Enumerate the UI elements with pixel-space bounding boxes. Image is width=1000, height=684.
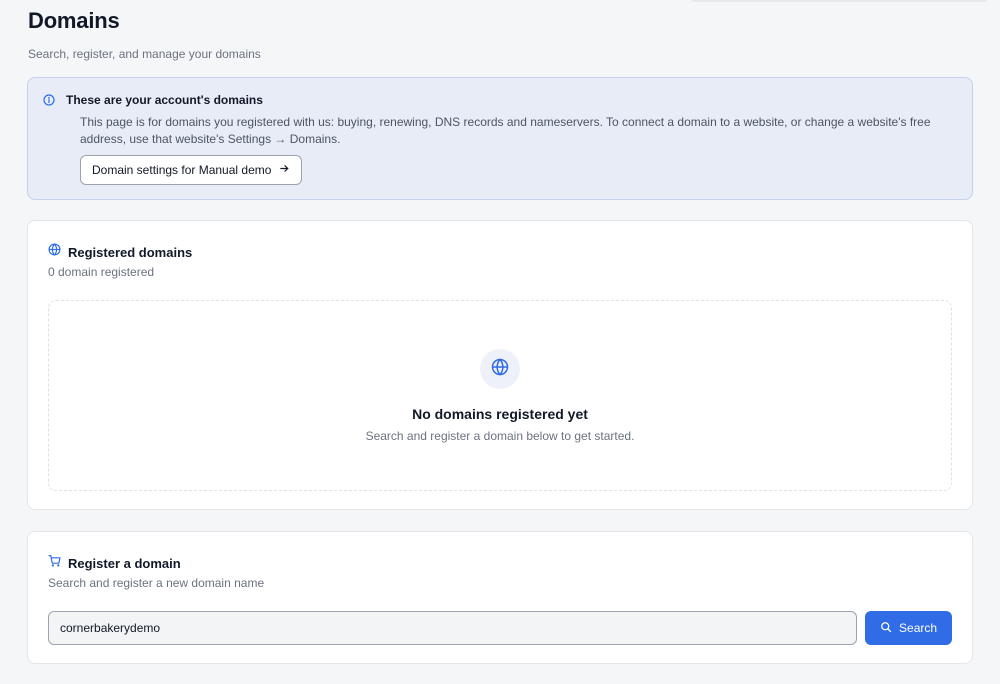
- domain-settings-button[interactable]: Domain settings for Manual demo: [80, 155, 303, 185]
- page-header: Domains Search, register, and manage you…: [28, 8, 261, 61]
- registered-domains-card: Registered domains 0 domain registered N…: [27, 220, 973, 510]
- domain-search-row: Search: [48, 611, 952, 645]
- banner-title: These are your account's domains: [66, 93, 263, 107]
- arrow-right-icon: [279, 163, 290, 177]
- registered-domains-count: 0 domain registered: [48, 265, 155, 279]
- search-button[interactable]: Search: [865, 611, 952, 645]
- register-domain-card: Register a domain Search and register a …: [27, 531, 973, 664]
- info-banner: These are your account's domains This pa…: [27, 77, 973, 200]
- banner-body: This page is for domains you registered …: [80, 115, 931, 146]
- registered-domains-title: Registered domains: [68, 244, 193, 260]
- info-icon: [43, 94, 55, 106]
- globe-icon: [48, 243, 61, 261]
- empty-state-icon-wrap: [480, 349, 520, 389]
- register-domain-subtitle: Search and register a new domain name: [48, 576, 265, 590]
- domain-search-input[interactable]: [48, 611, 858, 645]
- banner-header: These are your account's domains: [43, 93, 956, 107]
- top-toolbar-edge: [692, 0, 987, 2]
- empty-state-subtitle: Search and register a domain below to ge…: [365, 429, 635, 443]
- search-icon: [880, 621, 892, 636]
- page-title: Domains: [28, 8, 120, 33]
- register-domain-title: Register a domain: [68, 555, 181, 571]
- globe-icon: [491, 357, 509, 381]
- registered-domains-header: Registered domains: [48, 243, 952, 261]
- page-subtitle: Search, register, and manage your domain…: [28, 47, 261, 61]
- empty-state: No domains registered yet Search and reg…: [48, 300, 952, 491]
- search-button-label: Search: [899, 621, 938, 635]
- empty-state-title: No domains registered yet: [412, 406, 588, 422]
- domain-settings-button-label: Domain settings for Manual demo: [92, 163, 272, 177]
- cart-icon: [48, 554, 61, 572]
- register-domain-header: Register a domain: [48, 554, 952, 572]
